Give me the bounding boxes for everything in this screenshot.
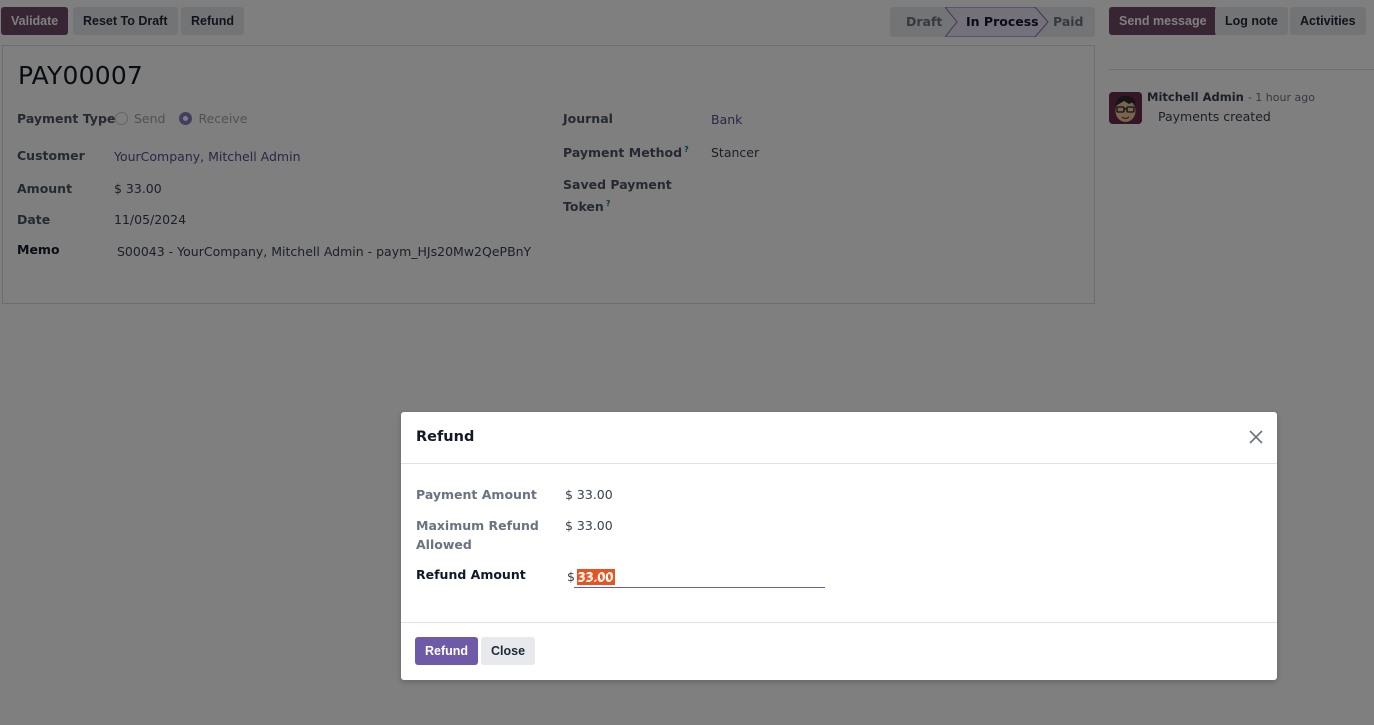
max-refund-value: $ 33.00 <box>565 518 613 533</box>
close-icon[interactable] <box>1247 428 1265 446</box>
modal-title: Refund <box>416 429 475 445</box>
max-refund-label-line1: Maximum Refund <box>416 518 539 533</box>
payment-amount-label: Payment Amount <box>416 487 537 502</box>
refund-dialog: Refund Payment Amount $ 33.00 Maximum Re… <box>401 412 1277 680</box>
modal-footer: Refund Close <box>401 622 1277 680</box>
max-refund-label: Maximum Refund Allowed <box>416 516 539 554</box>
refund-confirm-button[interactable]: Refund <box>415 637 479 665</box>
refund-amount-field[interactable]: 33.00 <box>574 568 825 588</box>
close-button[interactable]: Close <box>481 637 536 665</box>
payment-amount-value: $ 33.00 <box>565 487 613 502</box>
modal-header: Refund <box>401 412 1277 464</box>
refund-amount-input[interactable] <box>574 568 825 587</box>
refund-amount-label: Refund Amount <box>416 567 526 582</box>
max-refund-label-line2: Allowed <box>416 537 472 552</box>
